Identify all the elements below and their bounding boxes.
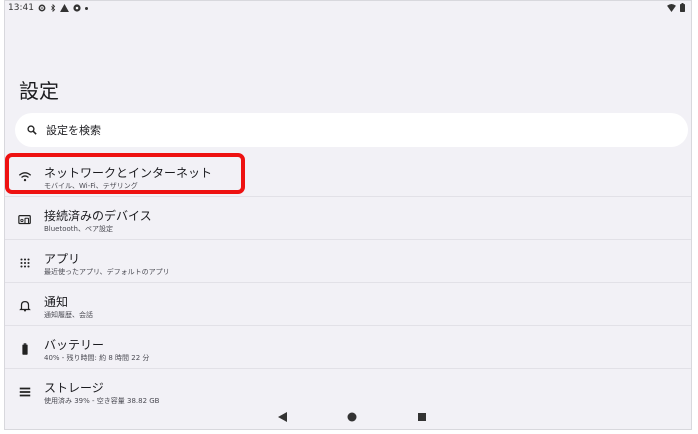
setting-title: アプリ	[44, 252, 81, 266]
setting-title: ネットワークとインターネット	[44, 166, 213, 180]
setting-title: 通知	[44, 295, 69, 309]
setting-apps[interactable]: アプリ 最近使ったアプリ、デフォルトのアプリ	[5, 241, 691, 283]
warning-icon	[59, 4, 69, 12]
setting-title: ストレージ	[44, 381, 104, 395]
hotspot-icon	[73, 4, 81, 12]
status-time: 13:41	[8, 3, 34, 13]
settings-screen: 13:41 設定 設定を検索 ネットワークとインターネット モバイル、Wi-Fi…	[4, 0, 692, 430]
setting-subtitle: 使用済み 39% - 空き容量 38.82 GB	[44, 397, 160, 405]
dot-icon	[84, 6, 88, 10]
setting-connected-devices[interactable]: 接続済みのデバイス Bluetooth、ペア設定	[5, 198, 691, 240]
back-icon[interactable]	[278, 412, 288, 422]
setting-subtitle: モバイル、Wi-Fi、テザリング	[44, 182, 138, 190]
search-icon	[27, 125, 37, 135]
home-icon[interactable]	[347, 412, 357, 422]
bluetooth-icon	[51, 4, 56, 12]
search-bar[interactable]: 設定を検索	[15, 113, 688, 147]
setting-storage[interactable]: ストレージ 使用済み 39% - 空き容量 38.82 GB	[5, 370, 691, 412]
setting-notifications[interactable]: 通知 通知履歴、会話	[5, 284, 691, 326]
search-placeholder: 設定を検索	[46, 124, 101, 137]
setting-subtitle: 通知履歴、会話	[44, 311, 93, 319]
gear-icon	[38, 4, 46, 12]
setting-subtitle: Bluetooth、ペア設定	[44, 225, 113, 233]
setting-battery[interactable]: バッテリー 40% - 残り時間: 約 8 時間 22 分	[5, 327, 691, 369]
navigation-bar	[5, 407, 691, 429]
setting-network-internet[interactable]: ネットワークとインターネット モバイル、Wi-Fi、テザリング	[5, 155, 691, 197]
setting-subtitle: 最近使ったアプリ、デフォルトのアプリ	[44, 268, 170, 276]
setting-title: 接続済みのデバイス	[44, 209, 152, 223]
status-bar: 13:41	[5, 1, 691, 17]
storage-icon	[19, 387, 31, 397]
wifi-icon	[18, 172, 32, 182]
wifi-icon	[667, 3, 676, 12]
battery-icon	[680, 3, 685, 12]
setting-subtitle: 40% - 残り時間: 約 8 時間 22 分	[44, 354, 150, 362]
page-title: 設定	[19, 79, 59, 103]
battery-icon	[22, 343, 28, 355]
devices-icon	[18, 215, 31, 225]
recents-icon[interactable]	[417, 412, 427, 422]
setting-title: バッテリー	[44, 338, 105, 352]
bell-icon	[19, 301, 31, 312]
apps-grid-icon	[20, 258, 30, 268]
